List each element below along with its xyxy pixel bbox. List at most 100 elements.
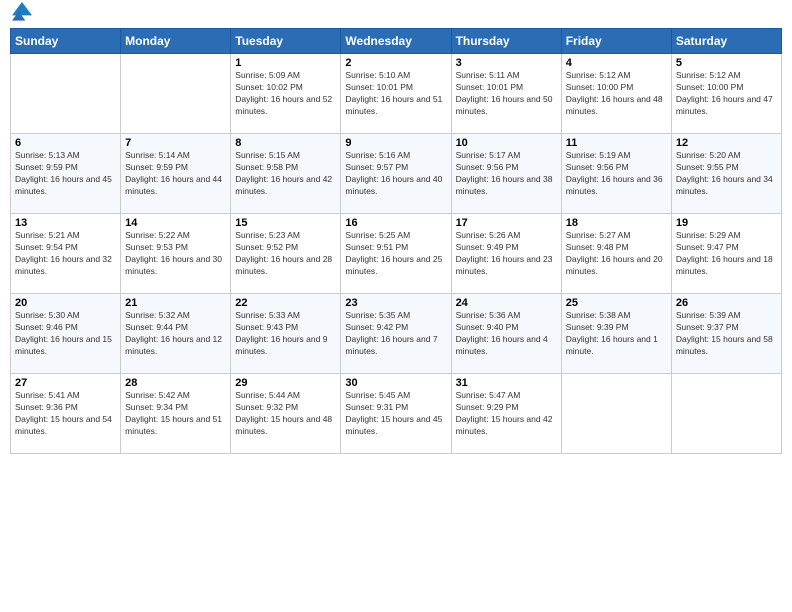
calendar-body: 1Sunrise: 5:09 AM Sunset: 10:02 PM Dayli… — [11, 54, 782, 454]
calendar-cell: 16Sunrise: 5:25 AM Sunset: 9:51 PM Dayli… — [341, 214, 451, 294]
calendar-cell: 8Sunrise: 5:15 AM Sunset: 9:58 PM Daylig… — [231, 134, 341, 214]
calendar-cell: 3Sunrise: 5:11 AM Sunset: 10:01 PM Dayli… — [451, 54, 561, 134]
day-info: Sunrise: 5:35 AM Sunset: 9:42 PM Dayligh… — [345, 310, 446, 358]
day-info: Sunrise: 5:13 AM Sunset: 9:59 PM Dayligh… — [15, 150, 116, 198]
day-number: 11 — [566, 137, 667, 149]
day-number: 22 — [235, 297, 336, 309]
calendar-cell — [671, 374, 781, 454]
day-info: Sunrise: 5:26 AM Sunset: 9:49 PM Dayligh… — [456, 230, 557, 278]
day-number: 5 — [676, 57, 777, 69]
weekday-header-friday: Friday — [561, 29, 671, 54]
day-number: 8 — [235, 137, 336, 149]
day-info: Sunrise: 5:12 AM Sunset: 10:00 PM Daylig… — [676, 70, 777, 118]
day-number: 19 — [676, 217, 777, 229]
day-info: Sunrise: 5:32 AM Sunset: 9:44 PM Dayligh… — [125, 310, 226, 358]
weekday-header-wednesday: Wednesday — [341, 29, 451, 54]
week-row-3: 13Sunrise: 5:21 AM Sunset: 9:54 PM Dayli… — [11, 214, 782, 294]
day-info: Sunrise: 5:41 AM Sunset: 9:36 PM Dayligh… — [15, 390, 116, 438]
calendar-cell: 10Sunrise: 5:17 AM Sunset: 9:56 PM Dayli… — [451, 134, 561, 214]
calendar-cell: 21Sunrise: 5:32 AM Sunset: 9:44 PM Dayli… — [121, 294, 231, 374]
day-number: 6 — [15, 137, 116, 149]
calendar-cell: 31Sunrise: 5:47 AM Sunset: 9:29 PM Dayli… — [451, 374, 561, 454]
day-number: 16 — [345, 217, 446, 229]
weekday-header-monday: Monday — [121, 29, 231, 54]
day-info: Sunrise: 5:16 AM Sunset: 9:57 PM Dayligh… — [345, 150, 446, 198]
day-number: 14 — [125, 217, 226, 229]
day-info: Sunrise: 5:27 AM Sunset: 9:48 PM Dayligh… — [566, 230, 667, 278]
day-number: 31 — [456, 377, 557, 389]
weekday-header-sunday: Sunday — [11, 29, 121, 54]
day-info: Sunrise: 5:09 AM Sunset: 10:02 PM Daylig… — [235, 70, 336, 118]
day-number: 29 — [235, 377, 336, 389]
day-info: Sunrise: 5:14 AM Sunset: 9:59 PM Dayligh… — [125, 150, 226, 198]
day-number: 4 — [566, 57, 667, 69]
calendar-cell — [121, 54, 231, 134]
day-info: Sunrise: 5:19 AM Sunset: 9:56 PM Dayligh… — [566, 150, 667, 198]
weekday-header-thursday: Thursday — [451, 29, 561, 54]
calendar-cell: 24Sunrise: 5:36 AM Sunset: 9:40 PM Dayli… — [451, 294, 561, 374]
calendar-cell: 12Sunrise: 5:20 AM Sunset: 9:55 PM Dayli… — [671, 134, 781, 214]
calendar-table: SundayMondayTuesdayWednesdayThursdayFrid… — [10, 28, 782, 454]
calendar-cell — [11, 54, 121, 134]
calendar-cell: 18Sunrise: 5:27 AM Sunset: 9:48 PM Dayli… — [561, 214, 671, 294]
day-info: Sunrise: 5:47 AM Sunset: 9:29 PM Dayligh… — [456, 390, 557, 438]
day-info: Sunrise: 5:21 AM Sunset: 9:54 PM Dayligh… — [15, 230, 116, 278]
day-info: Sunrise: 5:22 AM Sunset: 9:53 PM Dayligh… — [125, 230, 226, 278]
calendar-cell: 30Sunrise: 5:45 AM Sunset: 9:31 PM Dayli… — [341, 374, 451, 454]
day-info: Sunrise: 5:38 AM Sunset: 9:39 PM Dayligh… — [566, 310, 667, 358]
day-number: 15 — [235, 217, 336, 229]
day-number: 24 — [456, 297, 557, 309]
calendar-cell: 26Sunrise: 5:39 AM Sunset: 9:37 PM Dayli… — [671, 294, 781, 374]
day-number: 1 — [235, 57, 336, 69]
day-info: Sunrise: 5:33 AM Sunset: 9:43 PM Dayligh… — [235, 310, 336, 358]
day-number: 21 — [125, 297, 226, 309]
calendar-cell: 9Sunrise: 5:16 AM Sunset: 9:57 PM Daylig… — [341, 134, 451, 214]
day-number: 26 — [676, 297, 777, 309]
calendar-cell: 1Sunrise: 5:09 AM Sunset: 10:02 PM Dayli… — [231, 54, 341, 134]
day-number: 13 — [15, 217, 116, 229]
calendar-cell: 4Sunrise: 5:12 AM Sunset: 10:00 PM Dayli… — [561, 54, 671, 134]
calendar-cell: 27Sunrise: 5:41 AM Sunset: 9:36 PM Dayli… — [11, 374, 121, 454]
day-number: 28 — [125, 377, 226, 389]
calendar-cell: 20Sunrise: 5:30 AM Sunset: 9:46 PM Dayli… — [11, 294, 121, 374]
calendar-cell: 29Sunrise: 5:44 AM Sunset: 9:32 PM Dayli… — [231, 374, 341, 454]
day-info: Sunrise: 5:10 AM Sunset: 10:01 PM Daylig… — [345, 70, 446, 118]
calendar-cell: 23Sunrise: 5:35 AM Sunset: 9:42 PM Dayli… — [341, 294, 451, 374]
day-info: Sunrise: 5:12 AM Sunset: 10:00 PM Daylig… — [566, 70, 667, 118]
calendar-cell: 11Sunrise: 5:19 AM Sunset: 9:56 PM Dayli… — [561, 134, 671, 214]
calendar-cell: 25Sunrise: 5:38 AM Sunset: 9:39 PM Dayli… — [561, 294, 671, 374]
day-info: Sunrise: 5:45 AM Sunset: 9:31 PM Dayligh… — [345, 390, 446, 438]
calendar-cell: 22Sunrise: 5:33 AM Sunset: 9:43 PM Dayli… — [231, 294, 341, 374]
page: SundayMondayTuesdayWednesdayThursdayFrid… — [0, 0, 792, 612]
day-number: 20 — [15, 297, 116, 309]
calendar-cell — [561, 374, 671, 454]
calendar-cell: 14Sunrise: 5:22 AM Sunset: 9:53 PM Dayli… — [121, 214, 231, 294]
day-info: Sunrise: 5:44 AM Sunset: 9:32 PM Dayligh… — [235, 390, 336, 438]
logo — [10, 10, 32, 22]
day-info: Sunrise: 5:25 AM Sunset: 9:51 PM Dayligh… — [345, 230, 446, 278]
calendar-cell: 7Sunrise: 5:14 AM Sunset: 9:59 PM Daylig… — [121, 134, 231, 214]
day-info: Sunrise: 5:15 AM Sunset: 9:58 PM Dayligh… — [235, 150, 336, 198]
day-info: Sunrise: 5:39 AM Sunset: 9:37 PM Dayligh… — [676, 310, 777, 358]
day-info: Sunrise: 5:36 AM Sunset: 9:40 PM Dayligh… — [456, 310, 557, 358]
calendar-cell: 13Sunrise: 5:21 AM Sunset: 9:54 PM Dayli… — [11, 214, 121, 294]
day-number: 3 — [456, 57, 557, 69]
day-number: 25 — [566, 297, 667, 309]
calendar-cell: 19Sunrise: 5:29 AM Sunset: 9:47 PM Dayli… — [671, 214, 781, 294]
weekday-header-row: SundayMondayTuesdayWednesdayThursdayFrid… — [11, 29, 782, 54]
day-number: 23 — [345, 297, 446, 309]
day-info: Sunrise: 5:30 AM Sunset: 9:46 PM Dayligh… — [15, 310, 116, 358]
day-info: Sunrise: 5:29 AM Sunset: 9:47 PM Dayligh… — [676, 230, 777, 278]
week-row-5: 27Sunrise: 5:41 AM Sunset: 9:36 PM Dayli… — [11, 374, 782, 454]
day-number: 7 — [125, 137, 226, 149]
calendar-cell: 28Sunrise: 5:42 AM Sunset: 9:34 PM Dayli… — [121, 374, 231, 454]
week-row-4: 20Sunrise: 5:30 AM Sunset: 9:46 PM Dayli… — [11, 294, 782, 374]
day-info: Sunrise: 5:17 AM Sunset: 9:56 PM Dayligh… — [456, 150, 557, 198]
logo-icon — [12, 2, 32, 22]
day-number: 10 — [456, 137, 557, 149]
day-info: Sunrise: 5:42 AM Sunset: 9:34 PM Dayligh… — [125, 390, 226, 438]
day-number: 18 — [566, 217, 667, 229]
day-info: Sunrise: 5:11 AM Sunset: 10:01 PM Daylig… — [456, 70, 557, 118]
day-number: 9 — [345, 137, 446, 149]
calendar-cell: 17Sunrise: 5:26 AM Sunset: 9:49 PM Dayli… — [451, 214, 561, 294]
